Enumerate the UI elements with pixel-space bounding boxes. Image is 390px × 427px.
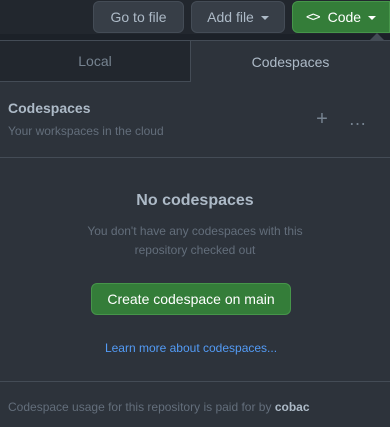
create-codespace-label: Create codespace on main	[107, 291, 275, 307]
divider	[0, 157, 390, 158]
add-file-label: Add file	[207, 9, 254, 25]
add-file-button[interactable]: Add file	[191, 1, 285, 33]
code-label: Code	[327, 9, 362, 25]
chevron-down-icon	[368, 16, 377, 20]
code-icon: <>	[305, 9, 321, 25]
billing-footer: Codespace usage for this repository is p…	[8, 400, 310, 414]
codespaces-header: Codespaces Your workspaces in the cloud	[8, 100, 390, 138]
empty-state-description: You don't have any codespaces with this …	[87, 224, 303, 257]
learn-more-link[interactable]: Learn more about codespaces...	[0, 341, 382, 355]
section-title: Codespaces	[8, 100, 91, 116]
dropdown-pointer	[370, 33, 384, 40]
section-subtitle: Your workspaces in the cloud	[8, 124, 164, 138]
go-to-file-label: Go to file	[110, 9, 167, 25]
chevron-down-icon	[260, 16, 269, 20]
billing-owner: cobac	[274, 400, 310, 414]
go-to-file-button[interactable]: Go to file	[93, 1, 184, 33]
tab-bar: Local Codespaces	[0, 41, 390, 82]
create-codespace-button[interactable]: Create codespace on main	[91, 283, 291, 315]
footer-text: Codespace usage for this repository is p…	[8, 400, 275, 414]
tab-codespaces[interactable]: Codespaces	[191, 41, 390, 82]
plus-icon[interactable]: +	[312, 109, 332, 129]
kebab-menu-icon[interactable]: …	[346, 109, 370, 129]
code-button[interactable]: <> Code	[292, 1, 390, 33]
code-dropdown-panel: Local Codespaces Codespaces Your workspa…	[0, 40, 390, 427]
divider	[0, 381, 390, 382]
empty-state-title: No codespaces	[136, 192, 254, 209]
tab-local[interactable]: Local	[0, 41, 191, 82]
repo-toolbar: Go to file Add file <> Code	[0, 0, 390, 34]
